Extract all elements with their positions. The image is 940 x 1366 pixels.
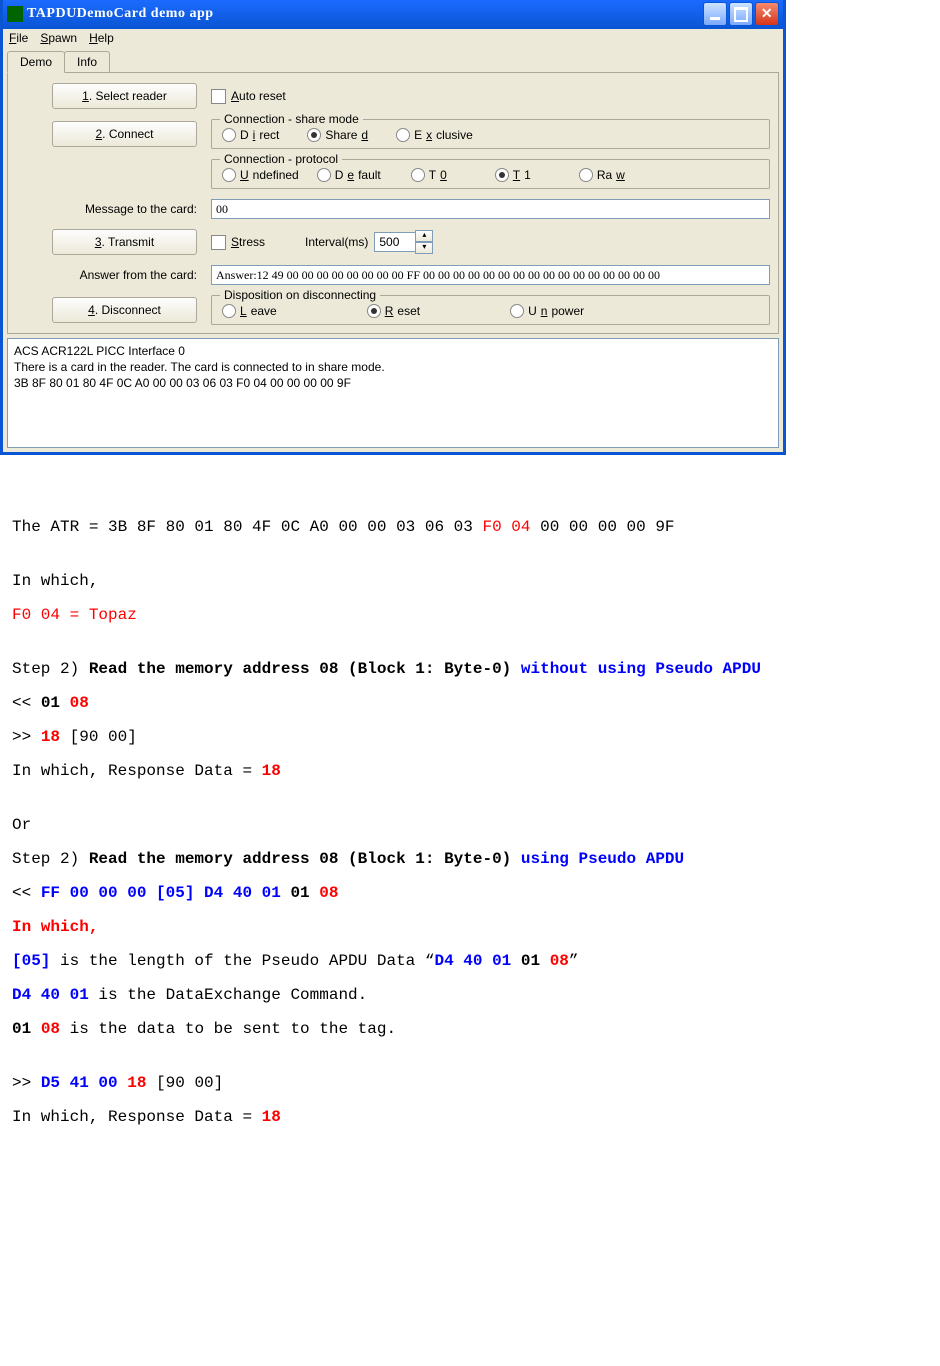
stress-checkbox[interactable]: Stress: [211, 235, 265, 250]
tab-strip: Demo Info: [7, 51, 779, 72]
protocol-undefined-radio[interactable]: Undefined: [222, 168, 299, 182]
disposition-leave-radio[interactable]: Leave: [222, 304, 277, 318]
protocol-legend: Connection - protocol: [220, 152, 342, 166]
tab-info[interactable]: Info: [64, 51, 110, 72]
titlebar: TAPDUDemoCard demo app ✕: [3, 0, 783, 29]
answer-output[interactable]: [211, 265, 770, 285]
disposition-unpower-radio[interactable]: Unpower: [510, 304, 584, 318]
expl-len: [05] is the length of the Pseudo APDU Da…: [12, 949, 928, 973]
menu-help[interactable]: Help: [89, 31, 114, 45]
share-mode-group: Connection - share mode Direct Shared Ex…: [211, 119, 770, 149]
step2-a: Step 2) Read the memory address 08 (Bloc…: [12, 657, 928, 681]
protocol-default-radio[interactable]: Default: [317, 168, 381, 182]
interval-down[interactable]: ▾: [415, 242, 433, 254]
main-panel: 1. Select reader Auto reset 2. Connect C…: [7, 72, 779, 334]
status-box: ACS ACR122L PICC Interface 0 There is a …: [7, 338, 779, 448]
or-line: Or: [12, 813, 928, 837]
share-exclusive-radio[interactable]: Exclusive: [396, 128, 473, 142]
protocol-t0-radio[interactable]: T0: [411, 168, 447, 182]
window-title: TAPDUDemoCard demo app: [27, 6, 703, 22]
disposition-legend: Disposition on disconnecting: [220, 288, 380, 302]
interval-input[interactable]: [374, 232, 416, 252]
interval-label: Interval(ms): [305, 235, 368, 249]
protocol-raw-radio[interactable]: Raw: [579, 168, 625, 182]
cmd1: << 01 08: [12, 691, 928, 715]
tab-demo[interactable]: Demo: [7, 51, 65, 73]
share-shared-radio[interactable]: Shared: [307, 128, 368, 142]
in-which: In which,: [12, 569, 928, 593]
select-reader-button[interactable]: 1. Select reader: [52, 83, 197, 109]
interval-up[interactable]: ▴: [415, 230, 433, 242]
protocol-t1-radio[interactable]: T1: [495, 168, 531, 182]
resp2: >> D5 41 00 18 [90 00]: [12, 1071, 928, 1095]
menu-spawn[interactable]: Spawn: [40, 31, 77, 45]
disposition-reset-radio[interactable]: Reset: [367, 304, 420, 318]
disposition-group: Disposition on disconnecting Leave Reset…: [211, 295, 770, 325]
transmit-button[interactable]: 3. Transmit: [52, 229, 197, 255]
cmd2: << FF 00 00 00 [05] D4 40 01 01 08: [12, 881, 928, 905]
resp1: >> 18 [90 00]: [12, 725, 928, 749]
atr-line: The ATR = 3B 8F 80 01 80 4F 0C A0 00 00 …: [12, 515, 928, 539]
maximize-button[interactable]: [729, 2, 753, 26]
resp-data-2: In which, Response Data = 18: [12, 1105, 928, 1129]
connect-button[interactable]: 2. Connect: [52, 121, 197, 147]
expl-data: 01 08 is the data to be sent to the tag.: [12, 1017, 928, 1041]
menu-file[interactable]: File: [9, 31, 28, 45]
minimize-button[interactable]: [703, 2, 727, 26]
message-input[interactable]: [211, 199, 770, 219]
auto-reset-checkbox[interactable]: Auto reset: [211, 89, 770, 104]
share-direct-radio[interactable]: Direct: [222, 128, 279, 142]
interval-spinner[interactable]: ▴ ▾: [374, 230, 433, 254]
step2-b: Step 2) Read the memory address 08 (Bloc…: [12, 847, 928, 871]
resp-data-1: In which, Response Data = 18: [12, 759, 928, 783]
window-controls: ✕: [703, 2, 779, 26]
document-body: The ATR = 3B 8F 80 01 80 4F 0C A0 00 00 …: [0, 455, 940, 1159]
app-window: TAPDUDemoCard demo app ✕ File Spawn Help…: [0, 0, 786, 455]
answer-label: Answer from the card:: [80, 268, 197, 282]
in-which-red: In which,: [12, 915, 928, 939]
protocol-group: Connection - protocol Undefined Default …: [211, 159, 770, 189]
share-mode-legend: Connection - share mode: [220, 112, 363, 126]
app-icon: [7, 6, 23, 22]
message-label: Message to the card:: [85, 202, 197, 216]
expl-de: D4 40 01 is the DataExchange Command.: [12, 983, 928, 1007]
disconnect-button[interactable]: 4. Disconnect: [52, 297, 197, 323]
topaz-line: F0 04 = Topaz: [12, 603, 928, 627]
menubar: File Spawn Help: [3, 29, 783, 47]
close-button[interactable]: ✕: [755, 2, 779, 26]
